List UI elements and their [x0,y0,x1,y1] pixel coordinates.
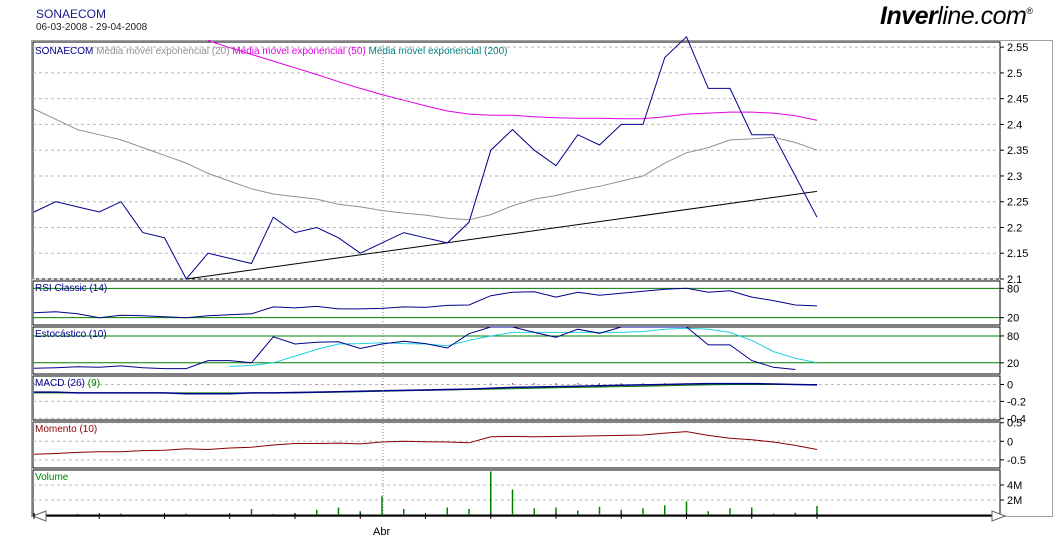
y-tick-label: 80 [1007,283,1019,295]
legend-entry-ema20: Média móvel exponencial (20) [96,46,232,57]
panel-title: Momento (10) [35,424,97,435]
y-tick-label: 80 [1007,331,1019,343]
x-tick-label-abr: Abr [373,526,390,538]
panel-frame [32,326,1001,375]
y-tick-label: 0 [1007,436,1013,448]
y-tick-label: 20 [1007,358,1019,370]
panel-frame [32,280,1001,326]
y-tick-label: 20 [1007,313,1019,325]
legend-entry-price: SONAECOM [35,46,96,57]
y-tick-label: 2.35 [1007,145,1028,157]
price-panel: 2.552.52.452.42.352.32.252.22.152.1SONAE… [32,35,1028,286]
y-tick-label: 2.25 [1007,197,1028,209]
y-tick-label: 2.3 [1007,171,1022,183]
y-tick-label: 0 [1007,379,1013,391]
y-tick-label: 2.45 [1007,94,1028,106]
volume-panel: 4M 2M Volume [32,469,1022,516]
stochastic-panel: 80 20 Estocástico (10) [32,326,1019,375]
panel-frame [32,421,1001,469]
legend: SONAECOM Média móvel exponencial (20) Mé… [35,46,507,57]
legend-entry-ema50: Média móvel exponencial (50) [232,46,368,57]
panel-frame [32,375,1001,421]
rsi-panel: 80 20 RSI Classic (14) [32,280,1019,326]
y-tick-label: 2.4 [1007,119,1022,131]
y-tick-label: -0.5 [1007,455,1026,467]
momentum-panel: 0.5 0 -0.5 Momento (10) [32,418,1026,469]
chart-canvas: 2.552.52.452.42.352.32.252.22.152.1SONAE… [31,35,1053,538]
y-tick-label: 2.2 [1007,222,1022,234]
panel-title: Volume [35,472,69,483]
y-tick-label: -0.2 [1007,396,1026,408]
legend-entry-signal: (9) [88,378,100,389]
y-tick-label: 4M [1007,480,1022,492]
y-tick-label: 2.15 [1007,248,1028,260]
panel-title: Estocástico (10) [35,329,107,340]
panel-title: MACD (26) (9) [35,378,100,389]
panel-frame [32,469,1001,516]
legend-entry-macd: MACD (26) [35,378,88,389]
y-tick-label: 2.5 [1007,68,1022,80]
y-tick-label: 2.55 [1007,42,1028,54]
panel-title: RSI Classic (14) [35,283,107,294]
macd-panel: 0-0.2-0.4MACD (26) (9) [32,375,1026,425]
legend-entry-ema200: Média móvel exponencial (200) [369,46,508,57]
y-tick-label: 2M [1007,495,1022,507]
y-tick-label: 0.5 [1007,418,1022,430]
